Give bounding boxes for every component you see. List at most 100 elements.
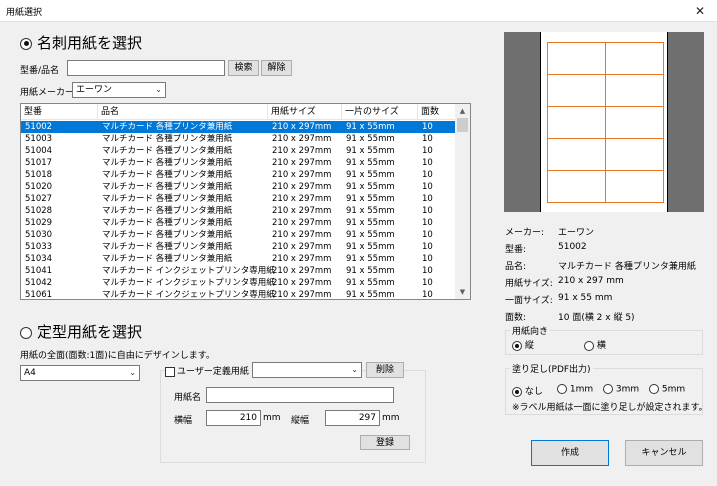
- scroll-thumb[interactable]: [457, 118, 468, 132]
- user-defined-checkbox-box[interactable]: [165, 366, 175, 377]
- landscape-radio-indicator[interactable]: [584, 340, 594, 351]
- business-card-radio-indicator[interactable]: [20, 37, 32, 50]
- table-row[interactable]: 51029 マルチカード 各種プリンタ兼用紙 210 x 297mm 91 x 55m…: [21, 217, 457, 229]
- table-row[interactable]: 51028 マルチカード 各種プリンタ兼用紙 210 x 297mm 91 x 55m…: [21, 205, 457, 217]
- paper-name-input[interactable]: [206, 387, 394, 403]
- table-row[interactable]: 51061 マルチカード インクジェットプリンタ専用紙 210 x 297mm 91 …: [21, 289, 457, 299]
- info-piece-value: 91 x 55 mm: [558, 293, 613, 303]
- table-row[interactable]: 51002 マルチカード 各種プリンタ兼用紙 210 x 297mm 91 x 55m…: [21, 121, 457, 133]
- orientation-portrait-radio[interactable]: 縦: [512, 338, 534, 351]
- info-count-key: 面数:: [505, 313, 527, 323]
- column-header-piece-size[interactable]: 一片のサイズ: [342, 104, 418, 120]
- height-unit: mm: [382, 413, 400, 423]
- bleed-1mm-radio[interactable]: 1mm: [557, 384, 593, 395]
- search-label: 型番/品名: [20, 66, 60, 76]
- close-icon[interactable]: ✕: [689, 2, 711, 20]
- preview-label-cell: [605, 138, 664, 171]
- cell-model: 51030: [25, 230, 53, 240]
- cell-name: マルチカード インクジェットプリンタ専用紙: [102, 278, 275, 288]
- scroll-down-icon[interactable]: ▼: [455, 285, 470, 299]
- user-defined-select[interactable]: ⌄: [252, 362, 362, 378]
- paper-preview: [504, 32, 704, 212]
- standard-size-select[interactable]: A4 ⌄: [20, 365, 140, 381]
- cell-count: 10: [422, 182, 433, 192]
- cell-count: 10: [422, 206, 433, 216]
- table-row[interactable]: 51004 マルチカード 各種プリンタ兼用紙 210 x 297mm 91 x 55m…: [21, 145, 457, 157]
- table-scrollbar[interactable]: ▲ ▼: [455, 104, 470, 299]
- chevron-down-icon: ⌄: [351, 365, 358, 374]
- preview-label-cell: [605, 170, 664, 203]
- cell-name: マルチカード 各種プリンタ兼用紙: [102, 230, 233, 240]
- info-model-key: 型番:: [505, 245, 527, 255]
- table-row[interactable]: 51030 マルチカード 各種プリンタ兼用紙 210 x 297mm 91 x 55m…: [21, 229, 457, 241]
- bleed-3mm-label: 3mm: [615, 384, 640, 395]
- cell-model: 51028: [25, 206, 53, 216]
- title-bar: 用紙選択 ✕: [0, 0, 717, 22]
- table-row[interactable]: 51034 マルチカード 各種プリンタ兼用紙 210 x 297mm 91 x 55m…: [21, 253, 457, 265]
- chevron-down-icon: ⌄: [155, 85, 162, 94]
- search-button[interactable]: 検索: [228, 60, 259, 76]
- register-button[interactable]: 登録: [360, 435, 410, 450]
- table-row[interactable]: 51042 マルチカード インクジェットプリンタ専用紙 210 x 297mm 91 …: [21, 277, 457, 289]
- height-input[interactable]: 297: [325, 410, 380, 426]
- cell-piece-size: 91 x 55mm: [346, 146, 395, 156]
- scroll-up-icon[interactable]: ▲: [455, 104, 470, 118]
- search-input[interactable]: [67, 60, 225, 76]
- clear-button[interactable]: 解除: [261, 60, 292, 76]
- cell-paper-size: 210 x 297mm: [272, 146, 332, 156]
- bleed-none-label: なし: [524, 387, 543, 397]
- table-row[interactable]: 51003 マルチカード 各種プリンタ兼用紙 210 x 297mm 91 x 55m…: [21, 133, 457, 145]
- business-card-radio[interactable]: 名刺用紙を選択: [20, 32, 142, 53]
- cell-model: 51027: [25, 194, 53, 204]
- table-row[interactable]: 51033 マルチカード 各種プリンタ兼用紙 210 x 297mm 91 x 55m…: [21, 241, 457, 253]
- info-size-key: 用紙サイズ:: [505, 279, 553, 289]
- bleed-none-indicator[interactable]: [512, 386, 522, 397]
- cell-model: 51042: [25, 278, 53, 288]
- bleed-1mm-indicator[interactable]: [557, 384, 567, 394]
- cell-piece-size: 91 x 55mm: [346, 194, 395, 204]
- delete-button[interactable]: 削除: [366, 362, 404, 378]
- table-row[interactable]: 51018 マルチカード 各種プリンタ兼用紙 210 x 297mm 91 x 55m…: [21, 169, 457, 181]
- cell-model: 51033: [25, 242, 53, 252]
- column-header-model[interactable]: 型番: [21, 104, 98, 120]
- column-header-paper-size[interactable]: 用紙サイズ: [268, 104, 342, 120]
- width-label: 横幅: [174, 416, 193, 426]
- cell-model: 51029: [25, 218, 53, 228]
- portrait-radio-indicator[interactable]: [512, 340, 522, 351]
- cancel-button[interactable]: キャンセル: [625, 440, 703, 466]
- cell-count: 10: [422, 278, 433, 288]
- cell-name: マルチカード 各種プリンタ兼用紙: [102, 206, 233, 216]
- cell-paper-size: 210 x 297mm: [272, 194, 332, 204]
- bleed-3mm-radio[interactable]: 3mm: [603, 384, 639, 395]
- table-row[interactable]: 51041 マルチカード インクジェットプリンタ専用紙 210 x 297mm 91 …: [21, 265, 457, 277]
- cell-piece-size: 91 x 55mm: [346, 170, 395, 180]
- maker-select[interactable]: エーワン ⌄: [72, 82, 166, 98]
- bleed-1mm-label: 1mm: [569, 384, 594, 395]
- table-row[interactable]: 51017 マルチカード 各種プリンタ兼用紙 210 x 297mm 91 x 55m…: [21, 157, 457, 169]
- standard-paper-radio[interactable]: 定型用紙を選択: [20, 321, 142, 342]
- cell-paper-size: 210 x 297mm: [272, 218, 332, 228]
- bleed-5mm-radio[interactable]: 5mm: [649, 384, 685, 395]
- cell-name: マルチカード 各種プリンタ兼用紙: [102, 182, 233, 192]
- preview-label-cell: [547, 106, 606, 139]
- column-header-name[interactable]: 品名: [98, 104, 268, 120]
- width-input[interactable]: 210: [206, 410, 261, 426]
- info-model-value: 51002: [558, 242, 587, 252]
- info-name-value: マルチカード 各種プリンタ兼用紙: [558, 262, 696, 272]
- orientation-landscape-radio[interactable]: 横: [584, 338, 606, 351]
- cell-paper-size: 210 x 297mm: [272, 122, 332, 132]
- cell-piece-size: 91 x 55mm: [346, 266, 395, 276]
- info-name-key: 品名:: [505, 262, 527, 272]
- create-button[interactable]: 作成: [531, 440, 609, 466]
- table-row[interactable]: 51020 マルチカード 各種プリンタ兼用紙 210 x 297mm 91 x 55m…: [21, 181, 457, 193]
- bleed-none-radio[interactable]: なし: [512, 384, 543, 397]
- cell-piece-size: 91 x 55mm: [346, 158, 395, 168]
- table-row[interactable]: 51027 マルチカード 各種プリンタ兼用紙 210 x 297mm 91 x 55m…: [21, 193, 457, 205]
- user-defined-checkbox[interactable]: ユーザー定義用紙: [165, 364, 251, 377]
- cell-name: マルチカード 各種プリンタ兼用紙: [102, 146, 233, 156]
- standard-paper-title: 定型用紙を選択: [37, 323, 143, 341]
- standard-paper-radio-indicator[interactable]: [20, 326, 32, 339]
- bleed-5mm-indicator[interactable]: [649, 384, 659, 394]
- bleed-3mm-indicator[interactable]: [603, 384, 613, 394]
- column-header-count[interactable]: 面数: [418, 104, 457, 120]
